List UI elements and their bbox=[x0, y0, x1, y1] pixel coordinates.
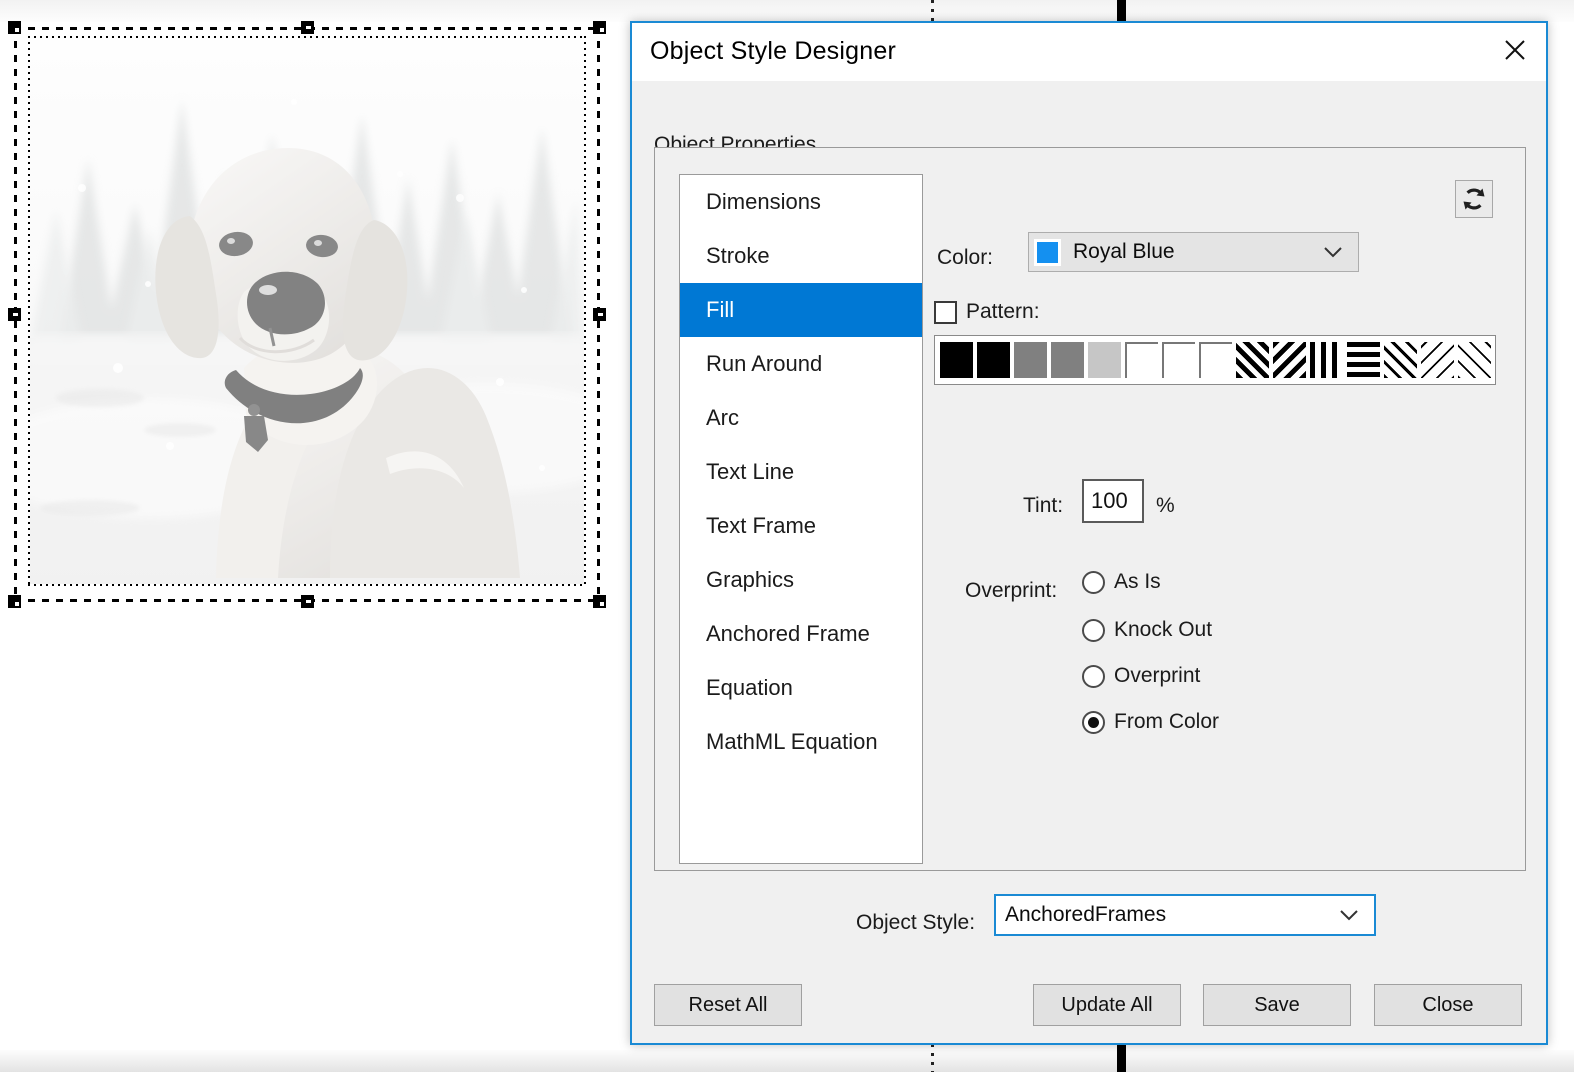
dialog-title: Object Style Designer bbox=[650, 37, 896, 65]
list-item-dimensions[interactable]: Dimensions bbox=[680, 175, 922, 229]
overprint-option-knock-out[interactable]: Knock Out bbox=[1082, 618, 1212, 642]
list-item-stroke[interactable]: Stroke bbox=[680, 229, 922, 283]
resize-handle-sw[interactable] bbox=[8, 595, 21, 608]
resize-handle-w[interactable] bbox=[8, 308, 21, 321]
pattern-swatch-strip[interactable] bbox=[934, 335, 1496, 385]
object-style-designer-dialog: Object Style Designer Object Properties … bbox=[630, 21, 1548, 1045]
pattern-swatch-diagonal-thin-forward[interactable] bbox=[1421, 342, 1454, 378]
overprint-option-as-is[interactable]: As Is bbox=[1082, 570, 1161, 594]
pattern-swatch-vertical-lines[interactable] bbox=[1310, 342, 1343, 378]
overprint-option-label: Knock Out bbox=[1114, 618, 1213, 641]
app-root: Object Style Designer Object Properties … bbox=[0, 0, 1574, 1072]
radio-knock-out[interactable] bbox=[1082, 618, 1105, 642]
fill-properties-pane: Color: Royal Blue Pattern: Tint: 100 % O… bbox=[924, 174, 1501, 862]
property-category-list[interactable]: Dimensions Stroke Fill Run Around Arc Te… bbox=[679, 174, 923, 864]
color-value: Royal Blue bbox=[1073, 240, 1175, 263]
pattern-checkbox[interactable] bbox=[934, 300, 957, 324]
overprint-option-overprint[interactable]: Overprint bbox=[1082, 664, 1200, 688]
radio-as-is[interactable] bbox=[1082, 570, 1105, 594]
list-item-text-frame[interactable]: Text Frame bbox=[680, 499, 922, 553]
dog-photo[interactable] bbox=[30, 38, 584, 584]
dialog-titlebar: Object Style Designer bbox=[632, 23, 1546, 81]
pattern-swatch-crosshatch-diamond[interactable] bbox=[1384, 342, 1417, 378]
overprint-label: Overprint: bbox=[965, 579, 1058, 602]
pattern-swatch-gray-25[interactable] bbox=[1088, 342, 1121, 378]
close-button[interactable]: Close bbox=[1374, 984, 1522, 1026]
list-item-arc[interactable]: Arc bbox=[680, 391, 922, 445]
pattern-swatch-white-3[interactable] bbox=[1199, 342, 1232, 378]
list-item-mathml-equation[interactable]: MathML Equation bbox=[680, 715, 922, 769]
close-icon[interactable] bbox=[1484, 23, 1546, 77]
resize-handle-se[interactable] bbox=[593, 595, 606, 608]
color-dropdown[interactable]: Royal Blue bbox=[1028, 232, 1359, 272]
pattern-swatch-gray-60-1[interactable] bbox=[1014, 342, 1047, 378]
color-swatch-preview bbox=[1034, 238, 1061, 266]
pattern-swatch-chevron-up[interactable] bbox=[1458, 342, 1491, 378]
list-item-anchored-frame[interactable]: Anchored Frame bbox=[680, 607, 922, 661]
pattern-swatch-diagonal-back[interactable] bbox=[1273, 342, 1306, 378]
chevron-down-icon bbox=[1338, 908, 1360, 922]
page-top-edge bbox=[0, 0, 1574, 22]
reset-all-button[interactable]: Reset All bbox=[654, 984, 802, 1026]
list-item-text-line[interactable]: Text Line bbox=[680, 445, 922, 499]
overprint-option-from-color[interactable]: From Color bbox=[1082, 710, 1219, 734]
overprint-option-label: From Color bbox=[1114, 710, 1220, 733]
tint-label: Tint: bbox=[1023, 494, 1064, 517]
resize-handle-ne[interactable] bbox=[593, 21, 606, 34]
list-item-equation[interactable]: Equation bbox=[680, 661, 922, 715]
pattern-label: Pattern: bbox=[966, 300, 1040, 323]
tint-input[interactable]: 100 bbox=[1082, 479, 1144, 523]
resize-handle-n[interactable] bbox=[301, 21, 314, 34]
pattern-swatch-solid-black-1[interactable] bbox=[940, 342, 973, 378]
list-item-graphics[interactable]: Graphics bbox=[680, 553, 922, 607]
tint-unit-label: % bbox=[1156, 494, 1175, 517]
update-all-button[interactable]: Update All bbox=[1033, 984, 1181, 1026]
pattern-swatch-gray-60-2[interactable] bbox=[1051, 342, 1084, 378]
resize-handle-s[interactable] bbox=[301, 595, 314, 608]
object-style-value: AnchoredFrames bbox=[1005, 903, 1167, 926]
overprint-option-label: As Is bbox=[1114, 570, 1161, 593]
object-style-dropdown[interactable]: AnchoredFrames bbox=[994, 894, 1376, 936]
pattern-swatch-white-1[interactable] bbox=[1125, 342, 1158, 378]
resize-handle-e[interactable] bbox=[593, 308, 606, 321]
pattern-checkbox-row[interactable]: Pattern: bbox=[934, 300, 1040, 324]
pattern-swatch-horizontal-lines[interactable] bbox=[1347, 342, 1380, 378]
color-label: Color: bbox=[937, 246, 994, 269]
pattern-swatch-solid-black-2[interactable] bbox=[977, 342, 1010, 378]
pattern-swatch-diagonal-thick-forward[interactable] bbox=[1236, 342, 1269, 378]
list-item-fill[interactable]: Fill bbox=[680, 283, 922, 337]
list-item-run-around[interactable]: Run Around bbox=[680, 337, 922, 391]
radio-overprint[interactable] bbox=[1082, 664, 1105, 688]
chevron-down-icon bbox=[1322, 245, 1344, 259]
object-properties-groupbox: Dimensions Stroke Fill Run Around Arc Te… bbox=[654, 147, 1526, 871]
overprint-option-label: Overprint bbox=[1114, 664, 1201, 687]
resize-handle-nw[interactable] bbox=[8, 21, 21, 34]
radio-from-color[interactable] bbox=[1082, 710, 1105, 734]
save-button[interactable]: Save bbox=[1203, 984, 1351, 1026]
refresh-icon[interactable] bbox=[1455, 180, 1493, 218]
page-bottom-edge bbox=[0, 1050, 1574, 1072]
pattern-swatch-white-2[interactable] bbox=[1162, 342, 1195, 378]
object-style-label: Object Style: bbox=[856, 911, 976, 934]
